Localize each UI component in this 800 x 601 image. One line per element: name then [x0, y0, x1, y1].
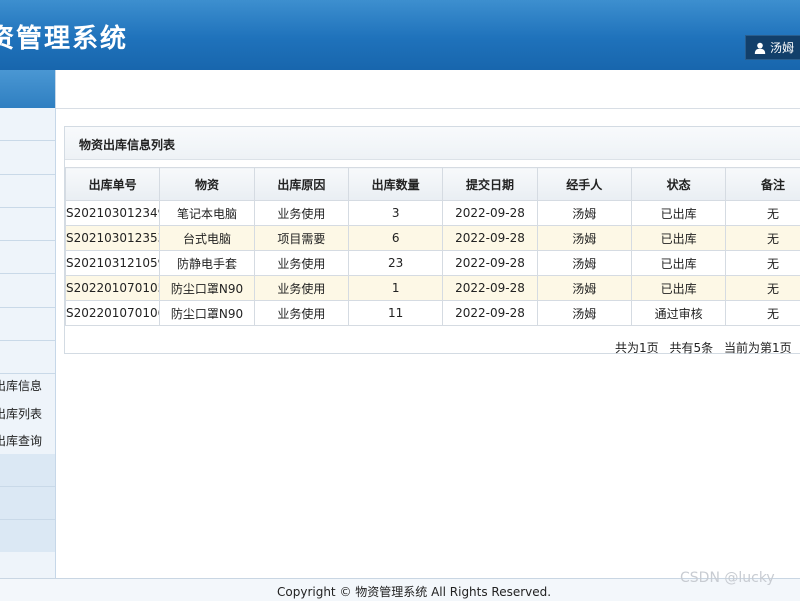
pager-total-items: 共有5条 [669, 341, 713, 355]
table-row[interactable]: S20210312105909防静电手套业务使用232022-09-28汤姆已出… [66, 251, 800, 276]
table-cell: 2022-09-28 [443, 251, 537, 276]
table-cell: 业务使用 [254, 201, 348, 226]
table-row[interactable]: S20220107010646防尘口罩N90业务使用112022-09-28汤姆… [66, 301, 800, 326]
sidebar-subitem-outbound-info[interactable]: 出库信息 [0, 377, 55, 394]
table-cell: 无 [726, 276, 800, 301]
table-cell: 防尘口罩N90 [160, 301, 254, 326]
sidebar-divider [0, 273, 55, 274]
content-topbar [56, 70, 800, 109]
table-cell: 无 [726, 226, 800, 251]
table-cell: 无 [726, 251, 800, 276]
table-cell: 2022-09-28 [443, 201, 537, 226]
sidebar-divider [0, 373, 55, 374]
table-cell: 台式电脑 [160, 226, 254, 251]
table-cell: 无 [726, 201, 800, 226]
app-header: 资管理系统 汤姆 [0, 0, 800, 70]
table-cell: 汤姆 [537, 276, 631, 301]
column-header: 物资 [160, 168, 254, 201]
table-cell: 已出库 [631, 251, 725, 276]
table-cell: 3 [348, 201, 442, 226]
table-row[interactable]: S20220107010552防尘口罩N90业务使用12022-09-28汤姆已… [66, 276, 800, 301]
table-cell: 11 [348, 301, 442, 326]
column-header: 出库单号 [66, 168, 160, 201]
table-cell: 项目需要 [254, 226, 348, 251]
sidebar-divider [0, 207, 55, 208]
table-cell: S20210301234925 [66, 201, 160, 226]
table-cell: 无 [726, 301, 800, 326]
column-header: 出库原因 [254, 168, 348, 201]
table-cell: 23 [348, 251, 442, 276]
table-cell: 2022-09-28 [443, 226, 537, 251]
column-header: 提交日期 [443, 168, 537, 201]
table-cell: 通过审核 [631, 301, 725, 326]
footer-copyright: Copyright © 物资管理系统 All Rights Reserved. [277, 583, 551, 600]
table-cell: 已出库 [631, 201, 725, 226]
table-cell: 防尘口罩N90 [160, 276, 254, 301]
sidebar-divider [0, 174, 55, 175]
table-cell: 笔记本电脑 [160, 201, 254, 226]
outbound-table: 出库单号物资出库原因出库数量提交日期经手人状态备注 S2021030123492… [65, 167, 800, 326]
table-cell: 业务使用 [254, 301, 348, 326]
table-row[interactable]: S20210301234925笔记本电脑业务使用32022-09-28汤姆已出库… [66, 201, 800, 226]
column-header: 状态 [631, 168, 725, 201]
sidebar-subitem-outbound-list[interactable]: 出库列表 [0, 405, 55, 422]
sidebar-item[interactable] [0, 520, 55, 552]
column-header: 备注 [726, 168, 800, 201]
column-header: 出库数量 [348, 168, 442, 201]
table-cell: 防静电手套 [160, 251, 254, 276]
table-row[interactable]: S20210301235327台式电脑项目需要62022-09-28汤姆已出库无 [66, 226, 800, 251]
table-cell: 业务使用 [254, 251, 348, 276]
sidebar-divider [0, 240, 55, 241]
table-cell: S20210312105909 [66, 251, 160, 276]
sidebar-subitem-outbound-query[interactable]: 出库查询 [0, 432, 55, 449]
table-cell: 业务使用 [254, 276, 348, 301]
table-cell: 汤姆 [537, 226, 631, 251]
table-cell: 汤姆 [537, 301, 631, 326]
table-cell: 2022-09-28 [443, 301, 537, 326]
pager-current-page: 当前为第1页 [724, 341, 792, 355]
table-cell: 汤姆 [537, 251, 631, 276]
watermark: CSDN @lucky [680, 570, 775, 586]
user-icon [754, 42, 766, 54]
sidebar-header [0, 70, 55, 108]
sidebar-item[interactable] [0, 454, 55, 486]
column-header: 经手人 [537, 168, 631, 201]
pager: 共为1页 共有5条 当前为第1页 首页 [615, 339, 800, 356]
user-name: 汤姆 [770, 39, 794, 56]
sidebar-divider [0, 140, 55, 141]
table-cell: 已出库 [631, 226, 725, 251]
panel-header: 物资出库信息列表 [65, 127, 800, 160]
panel-title: 物资出库信息列表 [79, 136, 175, 153]
table-cell: S20210301235327 [66, 226, 160, 251]
table-header-row: 出库单号物资出库原因出库数量提交日期经手人状态备注 [66, 168, 800, 201]
sidebar-divider [0, 340, 55, 341]
table-cell: 2022-09-28 [443, 276, 537, 301]
table-cell: 已出库 [631, 276, 725, 301]
sidebar: 出库信息 出库列表 出库查询 [0, 70, 56, 580]
user-menu-button[interactable]: 汤姆 [745, 35, 800, 60]
table-cell: S20220107010646 [66, 301, 160, 326]
sidebar-divider [0, 307, 55, 308]
sidebar-item[interactable] [0, 487, 55, 519]
table-cell: S20220107010552 [66, 276, 160, 301]
table-cell: 6 [348, 226, 442, 251]
pager-total-pages: 共为1页 [615, 341, 659, 355]
app-title: 资管理系统 [0, 18, 128, 55]
table-cell: 汤姆 [537, 201, 631, 226]
table-cell: 1 [348, 276, 442, 301]
